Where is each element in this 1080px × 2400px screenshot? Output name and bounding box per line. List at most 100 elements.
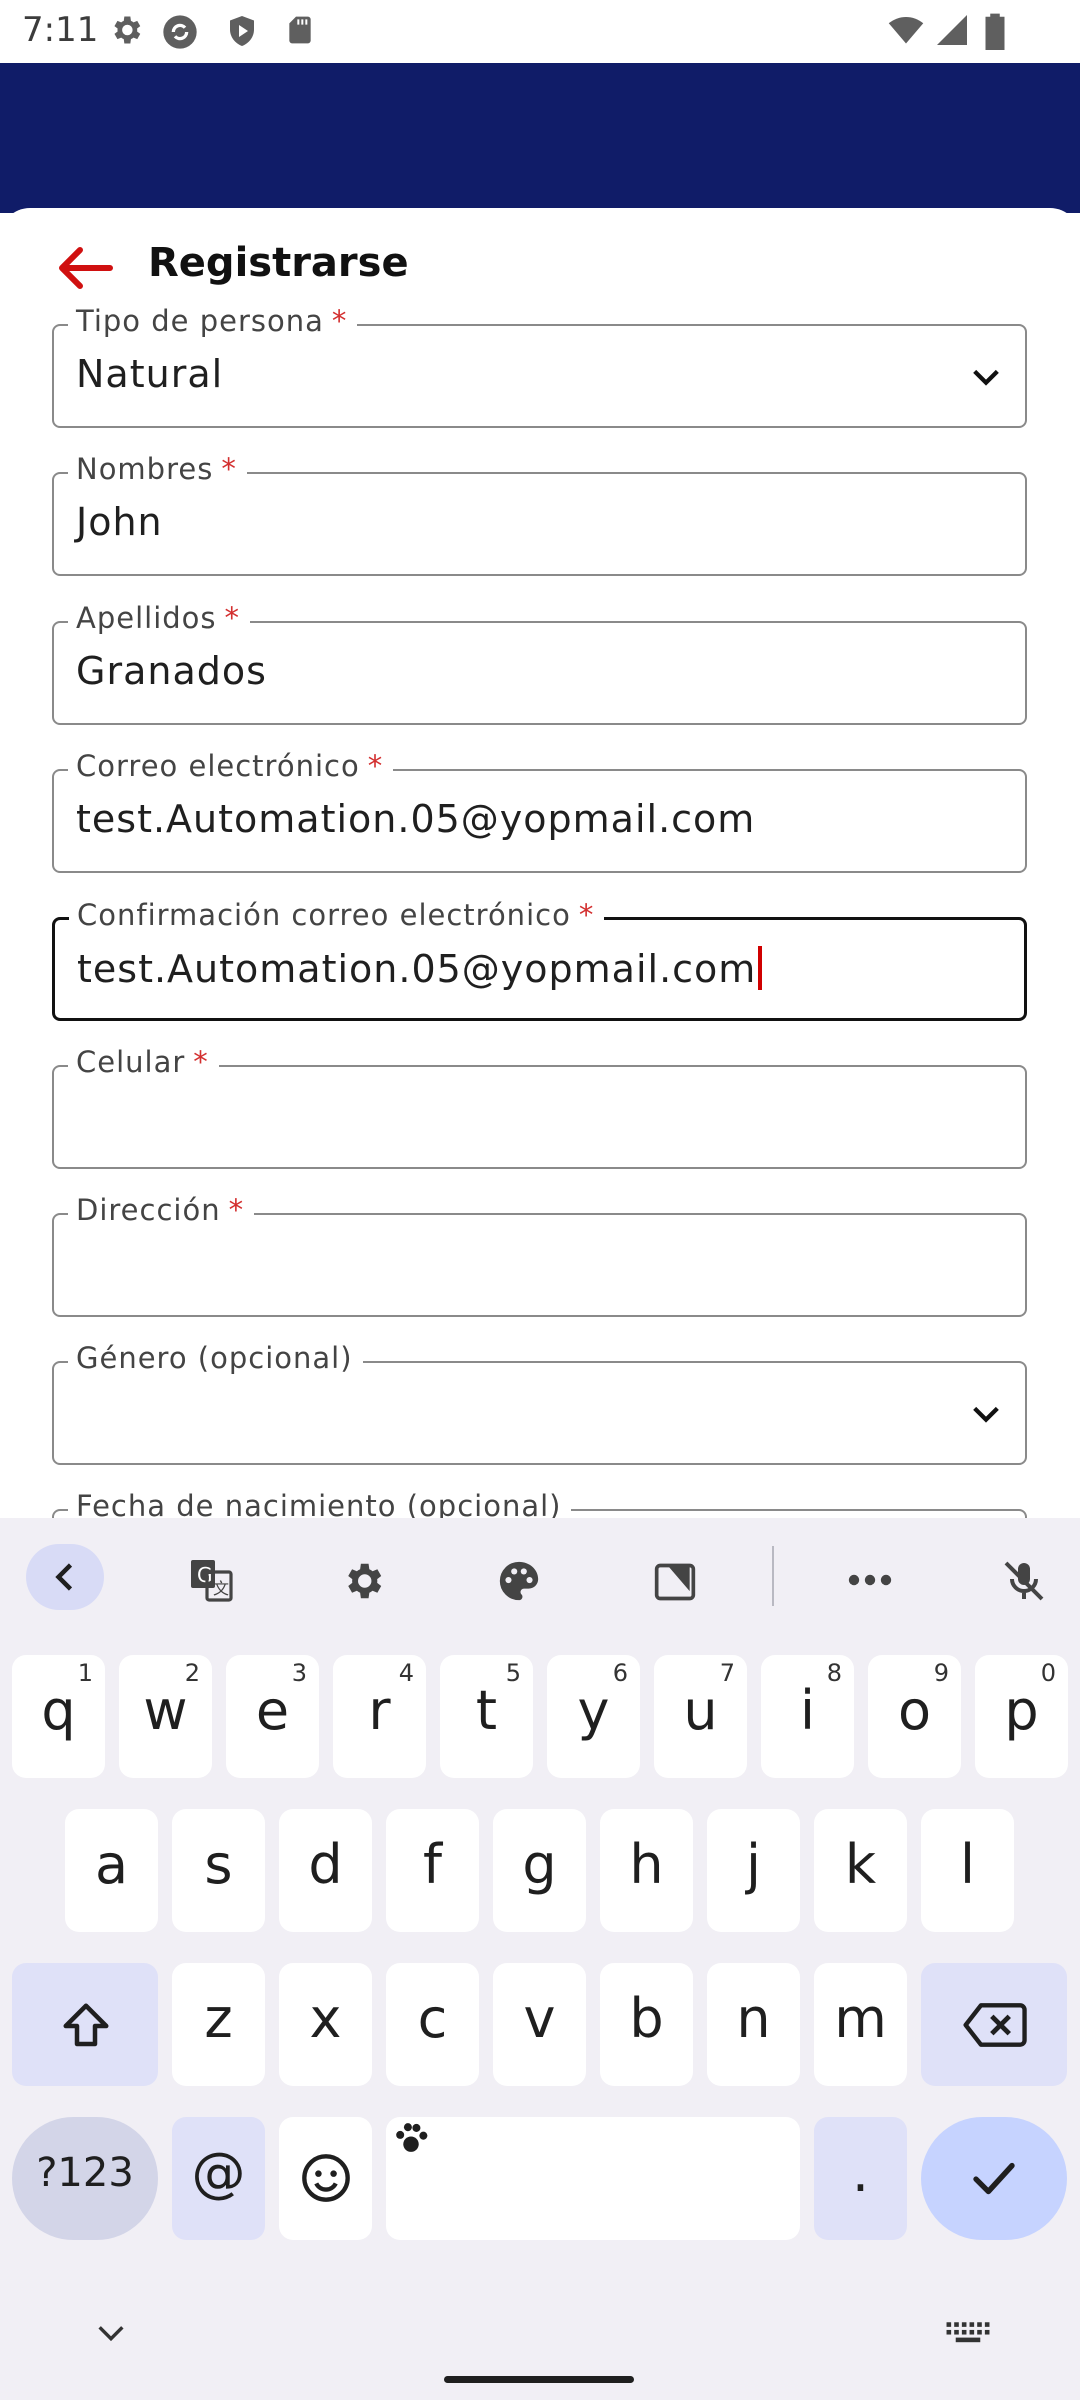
shift-key[interactable] [12, 1963, 158, 2086]
key-h[interactable]: h [600, 1809, 693, 1932]
hide-keyboard-chevron-icon[interactable] [94, 2318, 128, 2348]
person-type-label: Tipo de persona * [68, 304, 358, 338]
signal-icon [937, 15, 967, 45]
last-names-label-text: Apellidos [76, 601, 217, 635]
back-button[interactable] [50, 238, 120, 298]
key-q-hint: 1 [77, 1659, 93, 1687]
required-mark: * [224, 601, 241, 635]
sd-card-icon [289, 16, 311, 44]
person-type-value: Natural [76, 352, 224, 396]
birth-date-label: Fecha de nacimiento (opcional) [68, 1489, 572, 1518]
key-n[interactable]: n [707, 1963, 800, 2086]
key-s[interactable]: s [172, 1809, 265, 1932]
soft-keyboard: G文 q1 w2 e3 r4 t5 y6 u7 i8 o9 p0 a s d f… [0, 1518, 1080, 2400]
first-names-label: Nombres * [68, 452, 247, 486]
back-arrow-icon [59, 247, 113, 289]
email-confirm-value-wrap: test.Automation.05@yopmail.com [77, 946, 763, 991]
key-i-label: i [799, 1679, 815, 1742]
text-cursor [758, 946, 763, 990]
key-r-label: r [368, 1679, 391, 1742]
symbols-key[interactable]: ?123 [12, 2117, 158, 2240]
emoji-key[interactable] [279, 2117, 372, 2240]
gender-label: Género (opcional) [68, 1341, 363, 1375]
key-y-label: y [577, 1679, 610, 1742]
key-m[interactable]: m [814, 1963, 907, 2086]
last-names-field[interactable]: Apellidos * Granados [52, 601, 1027, 725]
backspace-icon [963, 2003, 1027, 2047]
svg-text:G: G [197, 1563, 213, 1587]
key-t[interactable]: t5 [440, 1655, 533, 1778]
key-e-hint: 3 [291, 1659, 307, 1687]
more-options-icon[interactable] [846, 1568, 894, 1592]
email-confirm-label-text: Confirmación correo electrónico [77, 898, 571, 932]
email-value: test.Automation.05@yopmail.com [76, 797, 756, 841]
space-key[interactable] [386, 2117, 800, 2240]
key-y[interactable]: y6 [547, 1655, 640, 1778]
key-c[interactable]: c [386, 1963, 479, 2086]
translate-icon[interactable]: G文 [186, 1556, 236, 1604]
key-l[interactable]: l [921, 1809, 1014, 1932]
key-k[interactable]: k [814, 1809, 907, 1932]
email-confirm-label: Confirmación correo electrónico * [69, 898, 605, 932]
key-f[interactable]: f [386, 1809, 479, 1932]
required-mark: * [331, 304, 348, 338]
chevron-left-icon [55, 1563, 73, 1591]
first-names-value: John [76, 500, 163, 544]
email-field[interactable]: Correo electrónico * test.Automation.05@y… [52, 749, 1027, 873]
gender-select[interactable]: Género (opcional) [52, 1341, 1027, 1465]
key-w-label: w [143, 1679, 188, 1742]
mobile-field[interactable]: Celular * [52, 1045, 1027, 1169]
key-d[interactable]: d [279, 1809, 372, 1932]
key-t-hint: 5 [505, 1659, 521, 1687]
key-r[interactable]: r4 [333, 1655, 426, 1778]
required-mark: * [578, 898, 595, 932]
palette-icon[interactable] [496, 1558, 542, 1604]
person-type-select[interactable]: Tipo de persona * Natural [52, 304, 1027, 428]
gesture-navigation-bar[interactable] [444, 2376, 634, 2383]
key-e[interactable]: e3 [226, 1655, 319, 1778]
keyboard-switch-icon[interactable] [945, 2320, 991, 2346]
email-confirm-field[interactable]: Confirmación correo electrónico * test.Au… [52, 898, 1027, 1021]
address-label-text: Dirección [76, 1193, 221, 1227]
key-u[interactable]: u7 [654, 1655, 747, 1778]
key-x[interactable]: x [279, 1963, 372, 2086]
resize-keyboard-icon[interactable] [652, 1560, 698, 1604]
enter-key[interactable] [921, 2117, 1067, 2240]
last-names-label: Apellidos * [68, 601, 251, 635]
key-w[interactable]: w2 [119, 1655, 212, 1778]
shift-icon [63, 2003, 109, 2047]
wifi-icon [888, 16, 924, 44]
backspace-key[interactable] [921, 1963, 1067, 2086]
key-i[interactable]: i8 [761, 1655, 854, 1778]
mic-off-icon[interactable] [1000, 1556, 1048, 1606]
key-j[interactable]: j [707, 1809, 800, 1932]
key-a[interactable]: a [65, 1809, 158, 1932]
key-w-hint: 2 [184, 1659, 200, 1687]
email-label: Correo electrónico * [68, 749, 394, 783]
key-v[interactable]: v [493, 1963, 586, 2086]
registration-sheet: Registrarse Tipo de persona * Natural Nom… [0, 208, 1080, 1518]
key-g[interactable]: g [493, 1809, 586, 1932]
key-q[interactable]: q1 [12, 1655, 105, 1778]
keyboard-settings-icon[interactable] [340, 1558, 386, 1604]
key-o[interactable]: o9 [868, 1655, 961, 1778]
status-bar: 7:11 [0, 0, 1080, 63]
address-field[interactable]: Dirección * [52, 1193, 1027, 1317]
svg-text:文: 文 [213, 1579, 229, 1598]
required-mark: * [221, 452, 237, 486]
key-u-hint: 7 [719, 1659, 735, 1687]
required-mark: * [193, 1045, 209, 1079]
at-key[interactable]: @ [172, 2117, 265, 2240]
key-r-hint: 4 [398, 1659, 414, 1687]
toolbar-divider [772, 1546, 774, 1606]
header-band [0, 63, 1080, 213]
key-b[interactable]: b [600, 1963, 693, 2086]
key-p[interactable]: p0 [975, 1655, 1068, 1778]
birth-date-field[interactable]: Fecha de nacimiento (opcional) [52, 1489, 1027, 1518]
key-z[interactable]: z [172, 1963, 265, 2086]
first-names-field[interactable]: Nombres * John [52, 452, 1027, 576]
keyboard-collapse-toolbar-button[interactable] [26, 1544, 104, 1610]
period-key[interactable]: . [814, 2117, 907, 2240]
battery-icon [985, 13, 1005, 50]
key-q-label: q [41, 1679, 76, 1742]
